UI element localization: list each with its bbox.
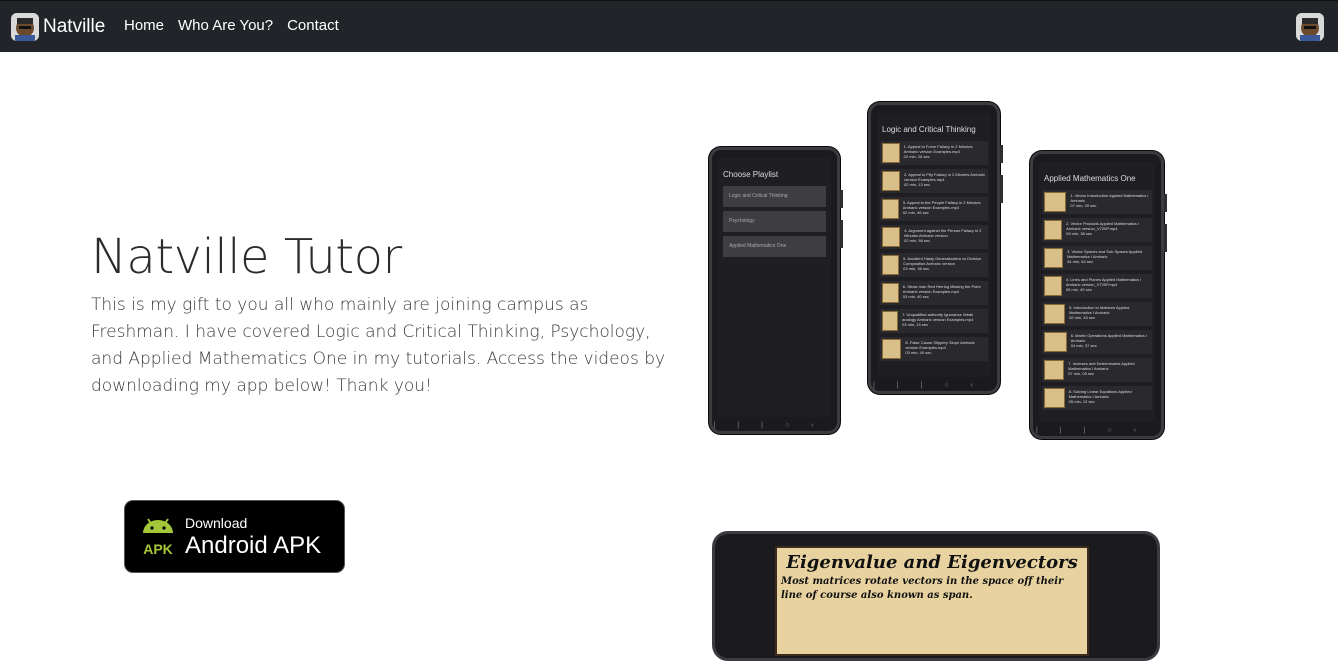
video-item: 3. Appeal to the People Fallacy in 2 Min… (880, 197, 988, 221)
android-icon: APK (139, 517, 177, 562)
video-title: 4. Argument against the Person Fallacy i… (904, 228, 982, 238)
math-screen-title: Applied Mathematics One (1044, 174, 1136, 183)
video-item: 6. Matrix Operations Applied Mathematics… (1042, 330, 1152, 354)
phone-logic-mockup: Logic and Critical Thinking 1. Appeal to… (868, 102, 1003, 394)
nav-link-who-are-you[interactable]: Who Are You? (178, 17, 273, 34)
video-title: 1. Appeal to Force Fallacy in 2 Minutes … (903, 144, 973, 154)
video-duration: 02 min, 33 sec (1069, 315, 1096, 320)
video-duration: 02 min, 46 sec (902, 210, 929, 215)
video-duration: 03 min, 36 sec (903, 266, 930, 271)
video-title: 1. Vector Introduction Applied Mathemati… (1070, 193, 1149, 203)
video-thumbnail (882, 199, 899, 219)
video-thumbnail (1044, 304, 1066, 324)
landscape-video-frame: Eigenvalue and Eigenvectors Most matrice… (775, 546, 1089, 656)
video-item: 7. Unqualified authority Ignorance Weak … (880, 309, 988, 333)
video-title: 3. Vector Spaces and Sub Spaces Applied … (1067, 249, 1143, 259)
apk-button-small-label: Download (185, 515, 248, 531)
video-item: 4. Lines and Planes Applied Mathematics … (1042, 274, 1152, 298)
video-thumbnail (1044, 388, 1065, 408)
video-thumbnail (1044, 192, 1067, 212)
video-thumbnail (1044, 276, 1062, 296)
download-apk-button[interactable]: APK Download Android APK (124, 500, 345, 573)
video-item: 1. Vector Introduction Applied Mathemati… (1042, 190, 1152, 214)
nav-link-home[interactable]: Home (124, 17, 164, 34)
phone-nav-keys: |||○‹ (872, 382, 995, 389)
video-title: 4. Lines and Planes Applied Mathematics … (1065, 277, 1142, 287)
video-duration: 07 min, 39 sec (1070, 203, 1097, 208)
video-item: 4. Argument against the Person Fallacy i… (880, 225, 988, 249)
playlist-item: Applied Mathematics One (723, 236, 826, 257)
video-item: 1. Appeal to Force Fallacy in 2 Minutes … (880, 141, 988, 165)
phone-nav-keys: |||○‹ (1035, 427, 1158, 434)
phone-landscape-mockup: Eigenvalue and Eigenvectors Most matrice… (712, 531, 1160, 661)
landscape-video-text: Most matrices rotate vectors in the spac… (781, 576, 1064, 601)
video-thumbnail (882, 339, 902, 359)
navbar: Natville Home Who Are You? Contact (0, 0, 1338, 52)
phone-playlist-mockup: Choose Playlist Logic and Critical Think… (709, 147, 843, 434)
video-thumbnail (882, 227, 901, 247)
landscape-video-title: Eigenvalue and Eigenvectors (786, 552, 1078, 573)
phone-math-mockup: Applied Mathematics One 1. Vector Introd… (1030, 151, 1167, 439)
video-item: 5. Accident Hasty Generalization vs Divi… (880, 253, 988, 277)
playlist-item: Logic and Critical Thinking (723, 186, 826, 207)
video-thumbnail (882, 171, 901, 191)
video-duration: 04 min, 37 sec (1070, 343, 1097, 348)
video-title: 8. False Cause Slippery Slope Amharic ve… (905, 340, 975, 350)
hero-description: This is my gift to you all who mainly ar… (91, 295, 666, 396)
video-duration: 04 min, 54 sec (1067, 259, 1094, 264)
video-duration: 02 min, 13 sec (904, 182, 931, 187)
video-item: 2. Vector Products Applied Mathematics I… (1042, 218, 1152, 242)
hero-title: Natville Tutor (91, 229, 402, 285)
video-title: 7. Inverses and Determinants Applied Mat… (1068, 361, 1135, 371)
playlist-item: Psychology (723, 211, 826, 232)
video-thumbnail (882, 255, 900, 275)
video-title: 5. Introduction to Matrices Applied Math… (1069, 305, 1130, 315)
phone-playlist-screen: Choose Playlist Logic and Critical Think… (718, 158, 831, 417)
apk-button-big-label: Android APK (185, 532, 322, 559)
video-title: 6. Straw man Red Herring Missing the Poi… (902, 284, 981, 294)
brand-link[interactable]: Natville (11, 13, 105, 41)
nav-link-contact[interactable]: Contact (287, 17, 339, 34)
video-item: 6. Straw man Red Herring Missing the Poi… (880, 281, 988, 305)
video-title: 6. Matrix Operations Applied Mathematics… (1070, 333, 1147, 343)
video-title: 8. Solving Linear Equations Applied Math… (1068, 389, 1132, 399)
video-thumbnail (1044, 360, 1065, 380)
video-duration: 05 min, 49 sec (1065, 287, 1092, 292)
video-thumbnail (882, 283, 899, 303)
video-duration: 03 min, 15 sec (902, 322, 929, 327)
brand-avatar-icon (11, 13, 39, 41)
apk-icon-label: APK (143, 541, 173, 557)
video-item: 8. False Cause Slippery Slope Amharic ve… (880, 337, 988, 361)
video-item: 8. Solving Linear Equations Applied Math… (1042, 386, 1152, 410)
video-title: 5. Accident Hasty Generalization vs Divi… (903, 256, 982, 266)
video-title: 7. Unqualified authority Ignorance Weak … (902, 312, 974, 322)
video-thumbnail (1044, 332, 1067, 352)
brand-name: Natville (43, 16, 106, 37)
video-title: 3. Appeal to the People Fallacy in 2 Min… (902, 200, 981, 210)
video-duration: 09 min, 38 sec (1066, 231, 1093, 236)
user-avatar-icon[interactable] (1296, 13, 1324, 41)
video-thumbnail (1044, 220, 1063, 240)
video-duration: 07 min, 05 sec (1068, 371, 1095, 376)
video-thumbnail (882, 143, 900, 163)
video-title: 2. Appeal to Pity Fallacy in 2 Minutes A… (904, 172, 985, 182)
video-title: 2. Vector Products Applied Mathematics I… (1066, 221, 1140, 231)
video-item: 3. Vector Spaces and Sub Spaces Applied … (1042, 246, 1152, 270)
video-duration: 05 min, 12 sec (1068, 399, 1095, 404)
video-thumbnail (1044, 248, 1064, 268)
phone-logic-screen: Logic and Critical Thinking 1. Appeal to… (877, 113, 991, 377)
nav-links: Home Who Are You? Contact (124, 17, 353, 34)
phone-nav-keys: |||○‹ (713, 422, 836, 429)
video-duration: 03 min, 40 sec (902, 294, 929, 299)
video-thumbnail (882, 311, 899, 331)
phone-math-screen: Applied Mathematics One 1. Vector Introd… (1039, 162, 1155, 422)
logic-screen-title: Logic and Critical Thinking (882, 125, 976, 134)
video-duration: 02 min, 26 sec (903, 154, 930, 159)
video-item: 7. Inverses and Determinants Applied Mat… (1042, 358, 1152, 382)
video-item: 2. Appeal to Pity Fallacy in 2 Minutes A… (880, 169, 988, 193)
video-duration: 02 min, 56 sec (904, 238, 931, 243)
playlist-screen-title: Choose Playlist (723, 170, 779, 179)
video-item: 5. Introduction to Matrices Applied Math… (1042, 302, 1152, 326)
video-duration: 03 min, 40 sec (905, 350, 932, 355)
